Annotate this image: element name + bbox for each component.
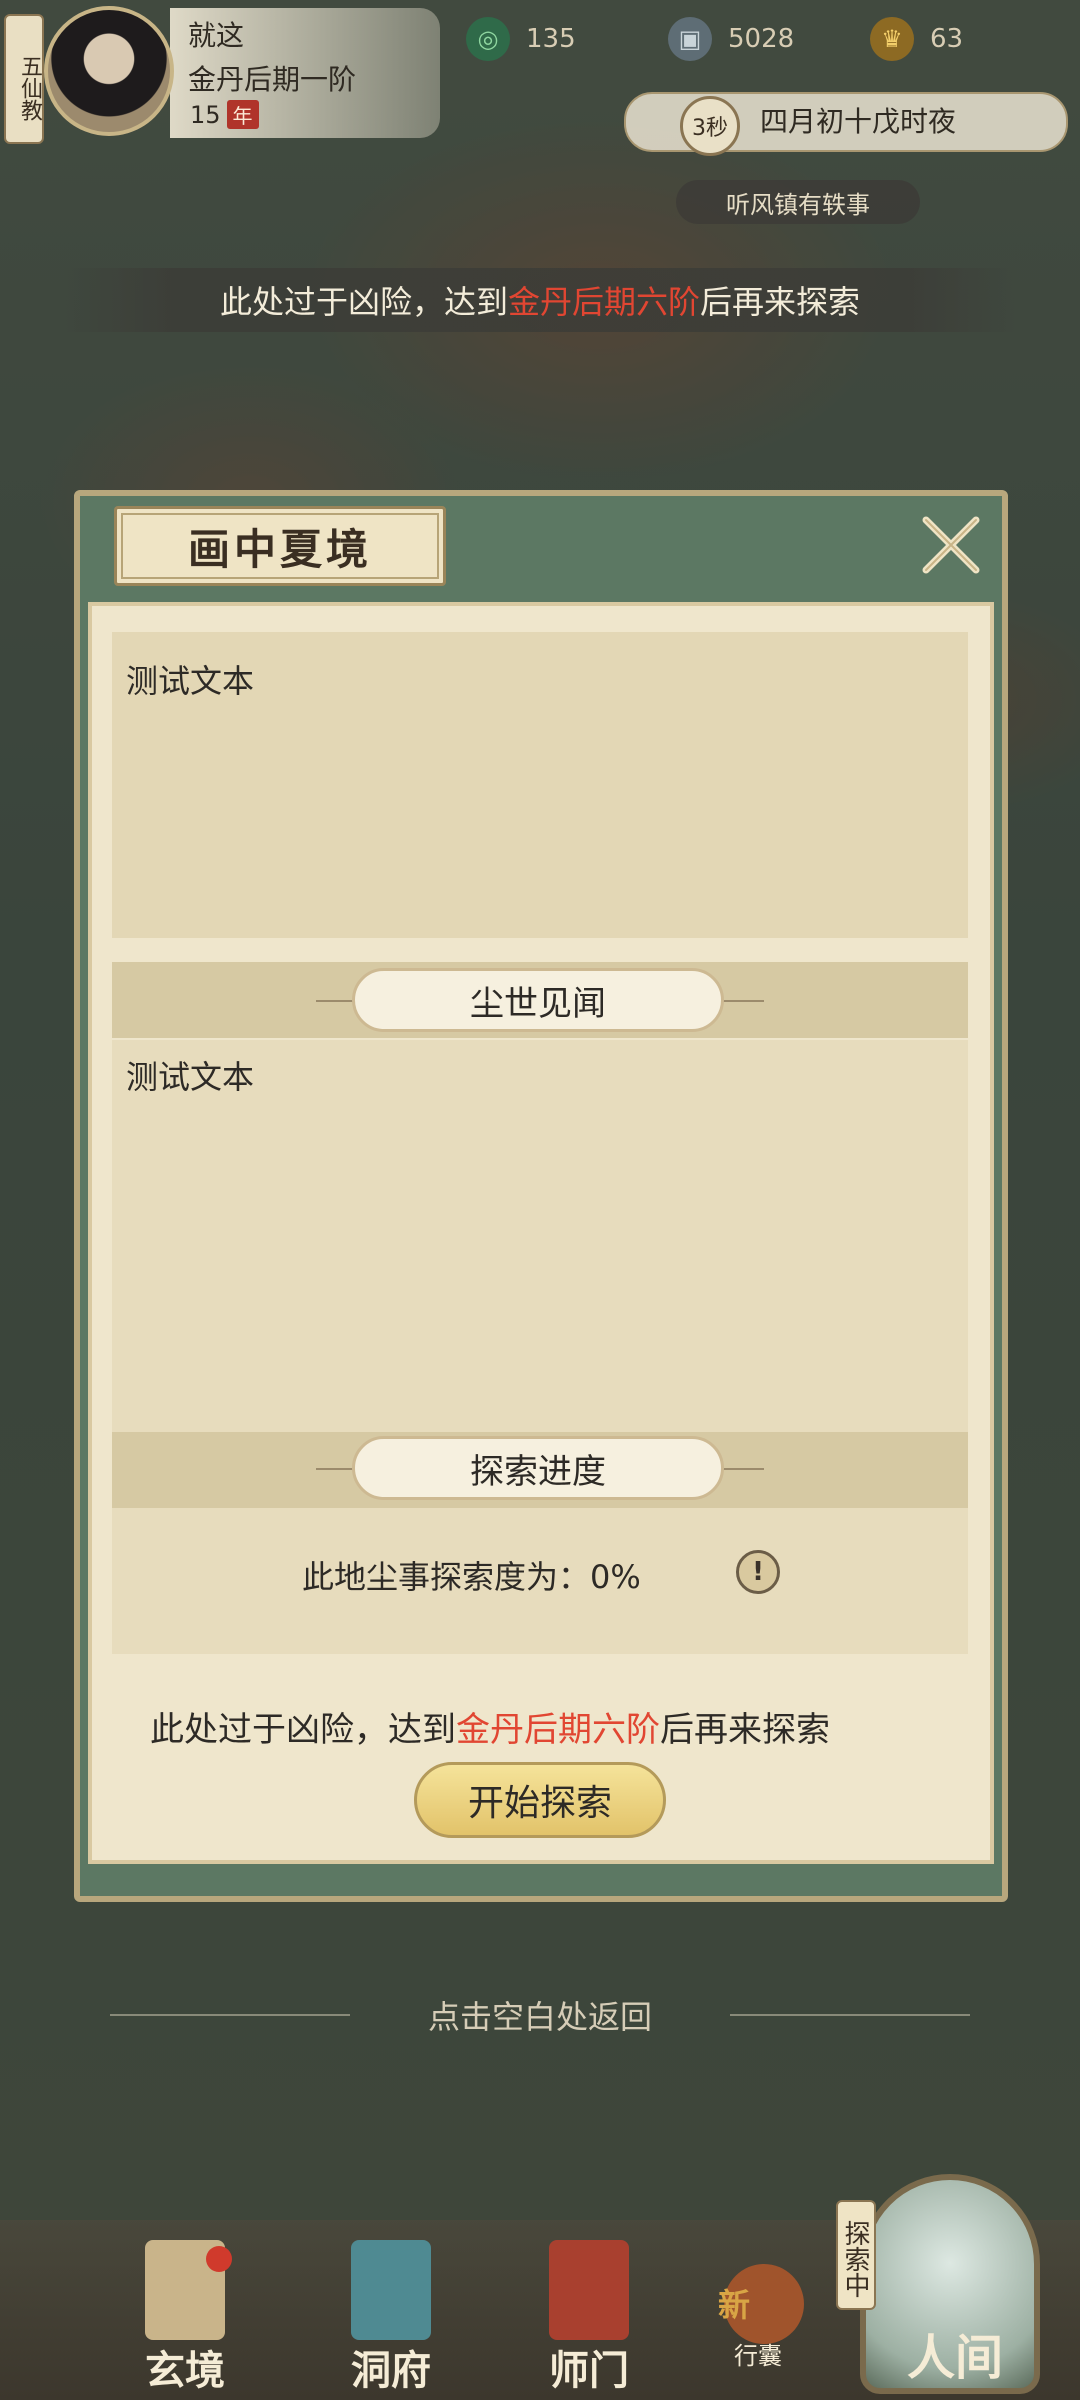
return-hint[interactable]: 点击空白处返回	[340, 1990, 740, 2040]
section-divider	[720, 1000, 764, 1002]
player-rank: 金丹后期一阶	[188, 63, 357, 96]
modal-warning-prefix: 此处过于凶险，达到	[150, 1710, 456, 1750]
resource-value: 63	[930, 24, 964, 54]
news-button[interactable]: 听风镇有轶事	[676, 180, 920, 224]
nav-shimen[interactable]: 师门	[514, 2240, 664, 2394]
resource-spirit-stone[interactable]: ◎ 135	[466, 14, 576, 64]
warning-banner: 此处过于凶险，达到 金丹后期六阶 后再来探索	[60, 268, 1020, 332]
modal-title: 画中夏境	[114, 506, 446, 586]
nav-label: 师门	[549, 2347, 629, 2394]
progress-text: 此地尘事探索度为：0%	[302, 1552, 641, 1598]
year-unit-badge: 年	[226, 100, 259, 129]
resource-ingots[interactable]: ♛ 63	[870, 14, 963, 64]
news-text: 测试文本	[126, 1058, 255, 1096]
warning-prefix: 此处过于凶险，达到	[219, 283, 508, 321]
pavilion-icon	[351, 2240, 431, 2340]
coin-icon: ▣	[668, 17, 712, 61]
modal-warning: 此处过于凶险，达到金丹后期六阶后再来探索	[150, 1702, 830, 1751]
progress-label: 此地尘事探索度为：	[302, 1558, 591, 1596]
player-age: 15 年	[190, 100, 259, 129]
warning-highlight: 金丹后期六阶	[507, 283, 700, 321]
swirl-icon: ◎	[466, 17, 510, 61]
resource-value: 5028	[728, 24, 795, 54]
start-explore-button[interactable]: 开始探索	[414, 1762, 666, 1838]
avatar[interactable]	[44, 6, 174, 136]
banner-icon	[549, 2240, 629, 2340]
new-badge: 新	[718, 2286, 751, 2324]
nav-xuanjing[interactable]: 玄境	[110, 2240, 260, 2394]
timer-badge: 3秒	[680, 96, 740, 156]
return-divider	[730, 2014, 970, 2016]
nav-dongfu[interactable]: 洞府	[316, 2240, 466, 2394]
section-title-news: 尘世见闻	[352, 968, 724, 1032]
return-divider	[110, 2014, 350, 2016]
section-title-progress: 探索进度	[352, 1436, 724, 1500]
sect-tag[interactable]: 五仙教	[4, 14, 44, 144]
close-icon[interactable]	[916, 510, 986, 580]
nav-label: 玄境	[145, 2347, 225, 2394]
info-icon[interactable]: !	[736, 1550, 780, 1594]
news-box	[112, 1040, 968, 1432]
modal-warning-suffix: 后再来探索	[660, 1710, 830, 1750]
resource-value: 135	[526, 24, 576, 54]
nav-label: 洞府	[351, 2347, 431, 2394]
notification-dot	[206, 2246, 232, 2272]
resource-coins[interactable]: ▣ 5028	[668, 14, 794, 64]
close-icon-shape	[922, 516, 980, 574]
date-text: 四月初十戊时夜	[760, 105, 957, 138]
description-text: 测试文本	[126, 662, 255, 700]
progress-value: 0%	[590, 1558, 641, 1596]
modal-warning-highlight: 金丹后期六阶	[456, 1710, 660, 1750]
ingot-icon: ♛	[870, 17, 914, 61]
bag-label: 行囊	[734, 2342, 782, 2370]
world-label: 人间	[906, 2330, 1003, 2386]
exploring-tag: 探索中	[836, 2200, 876, 2310]
section-divider	[720, 1468, 764, 1470]
player-name: 就这	[188, 19, 245, 52]
player-years-value: 15	[190, 101, 221, 129]
warning-suffix: 后再来探索	[700, 283, 861, 321]
